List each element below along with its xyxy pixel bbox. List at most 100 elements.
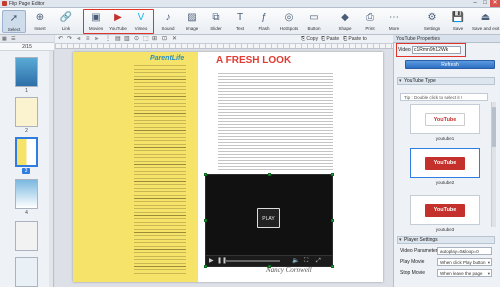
page-thumbnail[interactable] [15, 221, 38, 251]
save-button[interactable]: 💾 Save [446, 10, 470, 33]
volume-icon[interactable]: 🔈 [292, 257, 299, 266]
stop-movie-select[interactable]: When leave the page ▾ [437, 269, 492, 277]
sound-icon: ♪ [165, 12, 171, 23]
youtube-button[interactable]: ▶ YouTube [106, 10, 130, 33]
page-thumbnail[interactable] [15, 97, 38, 127]
save-and-exit-button[interactable]: ⏏ Save and exit [472, 10, 499, 33]
sound-button[interactable]: ♪ Sound [156, 10, 180, 33]
text-button[interactable]: T Text [228, 10, 252, 33]
video-progress-bar[interactable] [225, 260, 280, 262]
more-button[interactable]: ⋯ More [382, 10, 406, 33]
resize-handle[interactable] [331, 265, 334, 268]
page-indicator: 2/15 [0, 43, 54, 51]
lock-icon[interactable]: ⊡ [162, 36, 167, 43]
redo-icon[interactable]: ↷ [67, 36, 72, 43]
save-label: Save [452, 26, 464, 31]
play-movie-select[interactable]: When click Play button ▾ [437, 258, 492, 266]
slider-button[interactable]: ⧉ Slider [204, 10, 228, 33]
youtube-style-name: youtube2 [435, 180, 455, 185]
flash-button[interactable]: ƒ Flash [252, 10, 276, 33]
fit-icon[interactable]: ⬚ [143, 36, 149, 43]
hotspots-button[interactable]: ◎ HotSpots [277, 10, 301, 33]
stop-movie-label: Stop Movie [400, 270, 426, 276]
print-label: Print [365, 26, 375, 31]
copy-button[interactable]: ⎘ Copy [301, 36, 318, 43]
title-bar: Flip Page Editor – □ ✕ [0, 0, 500, 8]
list-view-icon[interactable]: ☰ [11, 36, 15, 42]
bring-front-icon[interactable]: ▤ [115, 36, 121, 43]
resize-handle[interactable] [204, 265, 207, 268]
shape-button[interactable]: ◆ Shape [333, 10, 357, 33]
paste-button[interactable]: ⎗ Paste [321, 36, 339, 43]
link-button[interactable]: 🔗 Link [54, 10, 78, 33]
page-thumbnail[interactable] [15, 57, 38, 87]
scrollbar-thumb[interactable] [492, 107, 496, 147]
align-center-icon[interactable]: ≡ [86, 36, 90, 43]
canvas-toolbar: ↶ ↷ ⫷ ≡ ⫸ ⋮ ▤ ▥ ⊙ ⬚ ⊞ ⊡ ✕ ⎘ Copy ⎗ Paste… [55, 35, 393, 44]
vimeo-label: Vimeo [134, 26, 148, 31]
distribute-icon[interactable]: ⋮ [105, 36, 111, 43]
resize-handle[interactable] [204, 173, 207, 176]
video-id-input[interactable]: c1Rmn9h12Wk [412, 46, 461, 54]
align-right-icon[interactable]: ⫸ [95, 36, 98, 43]
resize-handle[interactable] [204, 219, 207, 222]
insert-button[interactable]: ⊕ Insert [28, 10, 52, 33]
pause-icon[interactable]: ❚❚ [217, 257, 227, 266]
youtube-style-option[interactable]: YouTube [410, 195, 480, 225]
print-button[interactable]: ⎙ Print [358, 10, 382, 33]
vimeo-button[interactable]: V Vimeo [129, 10, 153, 33]
author-signature: Nancy Cornwell [266, 266, 312, 274]
close-button[interactable]: ✕ [490, 0, 500, 7]
resize-handle[interactable] [268, 173, 271, 176]
style-list-scrollbar[interactable] [491, 102, 496, 227]
player-settings-section-header[interactable]: ▾ Player Settings [397, 236, 495, 244]
settings-button[interactable]: ⚙ Settings [420, 10, 444, 33]
thumbnail-scrollbar[interactable] [49, 51, 53, 287]
thumbnail-toolbar: ▦ ☰ [0, 35, 54, 43]
settings-label: Settings [423, 26, 441, 31]
youtube-label: YouTube [109, 26, 127, 31]
insert-label: Insert [34, 26, 46, 31]
video-play-button[interactable]: PLAY [257, 208, 280, 228]
thumbnail-number: 1 [25, 88, 28, 94]
maximize-button[interactable]: □ [480, 0, 490, 7]
link-label: Link [61, 26, 71, 31]
youtube-style-option-selected[interactable]: YouTube [410, 148, 480, 178]
paste-to-label: Paste to [348, 36, 367, 42]
page-thumbnail[interactable] [15, 179, 38, 209]
grid-icon[interactable]: ⊞ [152, 36, 157, 43]
fullscreen-icon[interactable]: ⛶ [304, 257, 308, 266]
button-tool-button[interactable]: ▭ Button [302, 10, 326, 33]
paste-to-button[interactable]: ⎗ Paste to [343, 36, 367, 43]
player-settings-label: Player Settings [404, 237, 438, 243]
undo-icon[interactable]: ↶ [58, 36, 63, 43]
minimize-button[interactable]: – [470, 0, 480, 7]
resize-handle[interactable] [331, 173, 334, 176]
image-button[interactable]: ▨ Image [180, 10, 204, 33]
select-tool-button[interactable]: ➚ Select [2, 10, 26, 33]
stop-movie-value: When leave the page [440, 271, 483, 276]
page-thumbnail[interactable] [15, 257, 38, 287]
zoom-icon[interactable]: ⊙ [134, 36, 139, 43]
align-left-icon[interactable]: ⫷ [77, 36, 80, 43]
play-icon[interactable]: ▶ [209, 257, 214, 266]
send-back-icon[interactable]: ▥ [124, 36, 130, 43]
expand-icon[interactable]: ⤢ [316, 257, 321, 266]
delete-icon[interactable]: ✕ [172, 36, 177, 43]
page-thumbnail-selected[interactable] [15, 137, 38, 167]
flash-icon: ƒ [261, 12, 267, 23]
article-headline: A FRESH LOOK [216, 55, 292, 66]
thumbnail-number: 2 [25, 128, 28, 134]
video-parameters-input[interactable]: autoplay=0&loop=0 [437, 247, 492, 255]
movies-button[interactable]: ▣ Movies [84, 10, 108, 33]
resize-handle[interactable] [331, 219, 334, 222]
slider-label: Slider [210, 26, 222, 31]
refresh-button[interactable]: Refresh [405, 60, 495, 69]
youtube-style-name: youtube1 [435, 136, 455, 141]
sound-label: Sound [161, 26, 175, 31]
youtube-type-section-header[interactable]: ▾ YouTube Type [397, 77, 495, 85]
grid-view-icon[interactable]: ▦ [2, 36, 7, 42]
more-label: More [388, 26, 400, 31]
flash-label: Flash [258, 26, 270, 31]
youtube-style-option[interactable]: YouTube [410, 104, 480, 134]
